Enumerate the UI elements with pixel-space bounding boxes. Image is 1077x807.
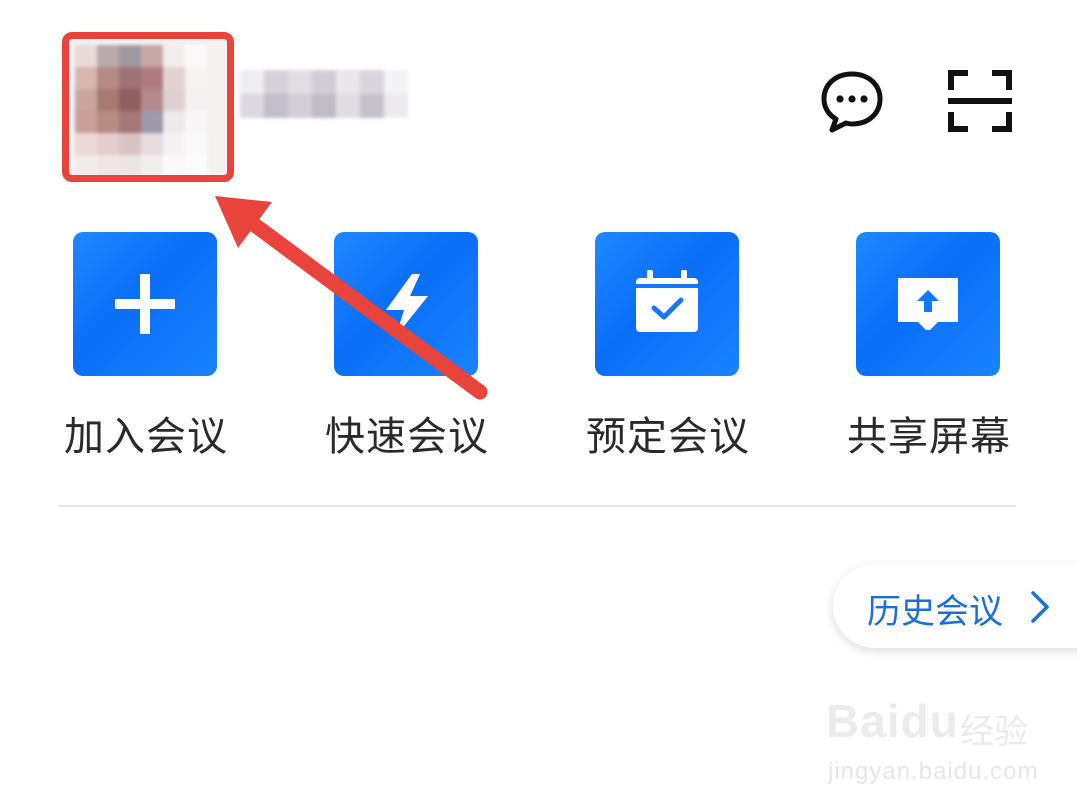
plus-icon	[115, 274, 175, 334]
quick-meeting-label: 快速会议	[325, 414, 489, 460]
watermark-url: jingyan.baidu.com	[828, 758, 1039, 785]
schedule-meeting-tile	[595, 232, 739, 376]
share-screen-label: 共享屏幕	[847, 414, 1011, 460]
scan-icon[interactable]	[948, 70, 1012, 132]
history-meetings-button[interactable]: 历史会议	[833, 564, 1077, 648]
quick-meeting-tile	[334, 232, 478, 376]
schedule-meeting-button[interactable]: 预定会议	[586, 232, 765, 462]
calendar-check-icon	[636, 270, 698, 332]
avatar[interactable]	[62, 32, 234, 182]
divider	[58, 505, 1016, 507]
quick-meeting-button[interactable]: 快速会议	[325, 232, 504, 462]
join-meeting-button[interactable]: 加入会议	[64, 232, 243, 462]
screen-share-icon	[898, 278, 958, 330]
lightning-icon	[386, 274, 428, 336]
schedule-meeting-label: 预定会议	[586, 414, 750, 460]
chat-bubble-icon[interactable]	[820, 70, 884, 134]
chevron-right-icon	[1031, 591, 1049, 623]
history-meetings-label: 历史会议	[867, 592, 1003, 632]
quick-actions: 加入会议 快速会议 预定会议 共享屏幕	[0, 232, 1077, 472]
join-meeting-label: 加入会议	[64, 414, 228, 460]
join-meeting-tile	[73, 232, 217, 376]
watermark: Baidu 经验 jingyan.baidu.com	[820, 690, 1070, 795]
username-pixelated	[240, 70, 408, 118]
share-screen-tile	[856, 232, 1000, 376]
watermark-logo: Baidu	[826, 695, 959, 747]
avatar-pixelated-image	[75, 45, 207, 175]
share-screen-button[interactable]: 共享屏幕	[847, 232, 1026, 462]
watermark-experience: 经验	[960, 712, 1028, 752]
